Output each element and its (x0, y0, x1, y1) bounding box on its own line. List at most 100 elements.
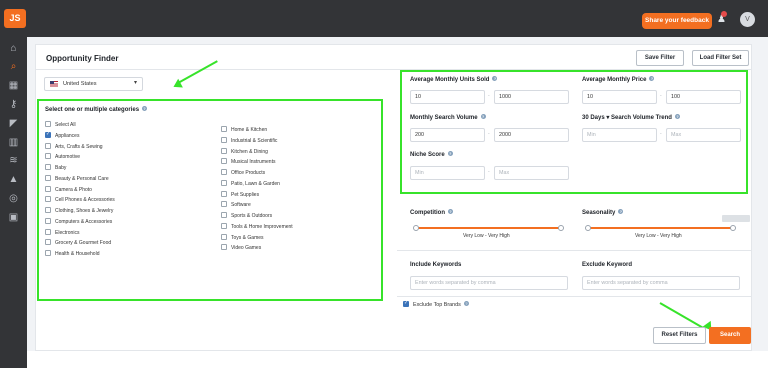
checkbox-icon[interactable] (221, 212, 227, 218)
category-checkbox[interactable]: Home & Kitchen (221, 126, 267, 133)
category-label: Patio, Lawn & Garden (231, 180, 280, 187)
trend-max-input[interactable]: Max (666, 128, 741, 142)
search-volume-trend-label: 30 Days ▾ Search Volume Trend? (582, 114, 680, 121)
checkbox-icon[interactable] (45, 153, 51, 160)
megaphone-icon[interactable]: ◤ (7, 117, 20, 130)
seasonality-max-handle[interactable] (730, 225, 736, 231)
layers-icon[interactable]: ≋ (7, 154, 20, 167)
reset-filters-button[interactable]: Reset Filters (653, 327, 706, 344)
category-checkbox[interactable]: Video Games (221, 244, 261, 251)
include-keywords-input[interactable]: Enter words separated by comma (410, 276, 568, 290)
category-label: Home & Kitchen (231, 127, 268, 133)
help-icon[interactable]: ? (142, 106, 148, 111)
home-icon[interactable]: ⌂ (7, 42, 20, 55)
niche-score-max-input[interactable]: Max (494, 166, 569, 180)
category-checkbox[interactable]: Software (221, 201, 251, 208)
category-checkbox[interactable]: Automotive (45, 153, 80, 160)
range-separator: - (488, 131, 490, 137)
category-checkbox[interactable]: Industrial & Scientific (221, 136, 277, 144)
checkbox-icon[interactable] (221, 201, 227, 208)
checkbox-icon[interactable] (221, 158, 227, 165)
exclude-keyword-input[interactable]: Enter words separated by comma (582, 276, 740, 290)
search-icon[interactable]: ⌕ (7, 60, 20, 73)
category-checkbox[interactable]: Select All (45, 121, 76, 128)
category-checkbox[interactable]: Kitchen & Dining (221, 147, 268, 155)
checkbox-icon[interactable] (45, 142, 51, 149)
competition-min-handle[interactable] (413, 225, 419, 231)
grid-icon[interactable]: ▦ (7, 79, 20, 92)
avg-units-max-input[interactable]: 1000 (494, 90, 569, 104)
competition-range-text: Very Low - Very High (463, 233, 510, 239)
checkbox-icon[interactable] (221, 244, 227, 251)
seasonality-min-handle[interactable] (585, 225, 591, 231)
avg-units-min-input[interactable]: 10 (410, 90, 485, 104)
marketplace-select[interactable]: United States ▾ (44, 77, 143, 91)
checkbox-icon[interactable] (221, 233, 227, 240)
niche-score-min-input[interactable]: Min (410, 166, 485, 180)
category-checkbox[interactable]: Toys & Games (221, 233, 264, 241)
load-filter-set-button[interactable]: Load Filter Set (692, 50, 749, 66)
graduation-icon[interactable]: ▲ (7, 173, 20, 186)
checkbox-icon[interactable] (45, 228, 51, 235)
category-checkbox[interactable]: Arts, Crafts & Sewing (45, 142, 103, 150)
category-checkbox[interactable]: Pet Supplies (221, 190, 259, 198)
checkbox-icon[interactable] (221, 190, 227, 197)
search-button[interactable]: Search (709, 327, 751, 344)
category-checkbox[interactable]: Beauty & Personal Care (45, 174, 109, 182)
checkbox-icon[interactable] (221, 136, 227, 143)
category-checkbox[interactable]: Sports & Outdoors (221, 212, 272, 219)
category-label: Cell Phones & Accessories (55, 197, 115, 204)
search-volume-label: Monthly Search Volume? (410, 114, 486, 121)
avatar[interactable]: V (740, 12, 755, 27)
jungle-scout-logo[interactable]: JS (4, 9, 26, 28)
seasonality-slider-track[interactable] (588, 227, 735, 229)
globe-icon[interactable]: ◎ (7, 192, 20, 205)
category-label: Select All (55, 122, 76, 128)
checkbox-icon[interactable] (221, 169, 227, 175)
checkbox-icon[interactable] (221, 179, 227, 186)
checkbox-icon[interactable] (221, 126, 227, 132)
checkbox-icon[interactable] (45, 164, 51, 170)
share-feedback-button[interactable]: Share your feedback (642, 13, 712, 29)
chart-icon[interactable]: ▥ (7, 136, 20, 149)
checkbox-icon[interactable] (45, 131, 51, 138)
competition-slider-track[interactable] (416, 227, 563, 229)
category-checkbox[interactable]: Tools & Home Improvement (221, 222, 293, 230)
category-checkbox[interactable]: Musical Instruments (221, 158, 275, 165)
category-checkbox[interactable]: Patio, Lawn & Garden (221, 179, 280, 187)
competition-max-handle[interactable] (558, 225, 564, 231)
category-label: Automotive (55, 154, 81, 161)
trend-min-input[interactable]: Min (582, 128, 657, 142)
cart-icon[interactable]: ▣ (7, 211, 20, 224)
checkbox-icon[interactable] (45, 185, 51, 192)
category-checkbox[interactable]: Health & Household (45, 250, 99, 257)
checkbox-icon[interactable] (221, 147, 227, 154)
search-volume-min-input[interactable]: 200 (410, 128, 485, 142)
top-navigation: JS Share your feedback ♟ V (0, 0, 768, 37)
avg-price-min-input[interactable]: 10 (582, 90, 657, 104)
save-filter-button[interactable]: Save Filter (636, 50, 684, 66)
avg-price-max-input[interactable]: 100 (666, 90, 741, 104)
checkbox-icon[interactable] (45, 121, 51, 127)
category-checkbox[interactable]: Electronics (45, 228, 79, 236)
checkbox-icon[interactable] (45, 239, 51, 246)
category-checkbox[interactable]: Grocery & Gourmet Food (45, 239, 111, 246)
category-checkbox[interactable]: Camera & Photo (45, 185, 92, 193)
checkbox-icon[interactable] (45, 196, 51, 203)
category-label: Musical Instruments (231, 159, 276, 166)
category-checkbox[interactable]: Baby (45, 164, 66, 171)
category-checkbox[interactable]: Clothing, Shoes & Jewelry (45, 207, 113, 214)
key-icon[interactable]: ⚷ (7, 98, 20, 111)
category-checkbox[interactable]: Cell Phones & Accessories (45, 196, 115, 203)
checkbox-icon[interactable] (221, 222, 227, 229)
seasonality-more-button[interactable] (722, 215, 750, 222)
search-volume-max-input[interactable]: 2000 (494, 128, 569, 142)
checkbox-icon[interactable] (45, 250, 51, 256)
category-checkbox[interactable]: Office Products (221, 169, 265, 176)
category-checkbox[interactable]: Appliances (45, 131, 79, 139)
checkbox-icon[interactable] (45, 217, 51, 224)
exclude-top-brands-checkbox[interactable]: Exclude Top Brands? (403, 300, 469, 308)
category-checkbox[interactable]: Computers & Accessories (45, 217, 112, 225)
checkbox-icon[interactable] (45, 174, 51, 181)
checkbox-icon[interactable] (45, 207, 51, 213)
